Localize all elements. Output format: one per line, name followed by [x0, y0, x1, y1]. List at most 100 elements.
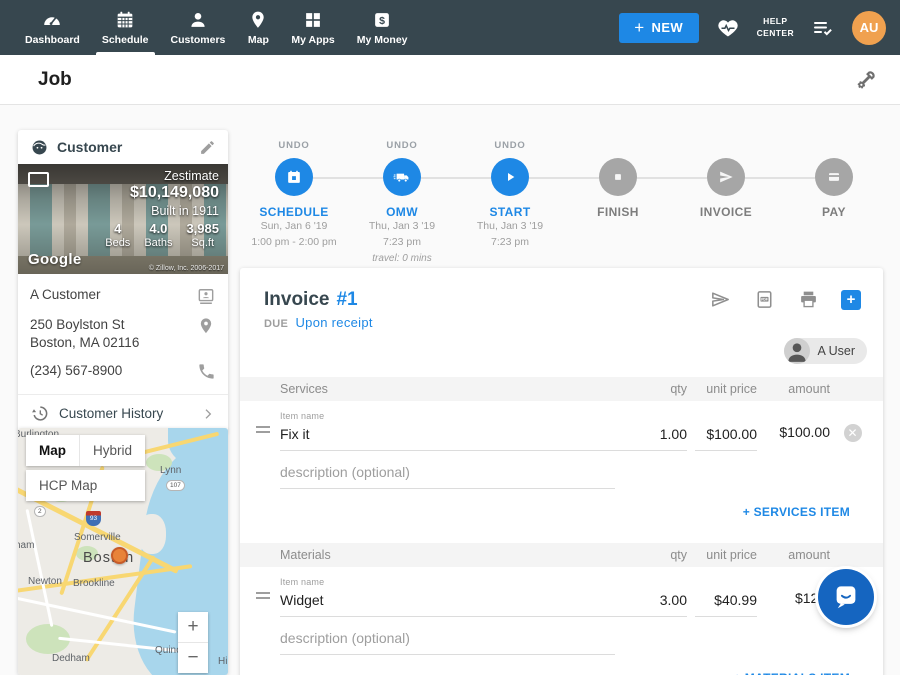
undo-link[interactable]: UNDO — [348, 140, 456, 152]
zestimate-label: Zestimate — [105, 169, 219, 183]
map-zoom-control: + − — [178, 612, 208, 673]
customer-history-label: Customer History — [59, 406, 163, 421]
address-line1: 250 Boylston St — [30, 316, 139, 334]
invoice-title-row: Invoice #1 PDF + — [264, 288, 867, 311]
material-unit-price-input[interactable] — [695, 587, 757, 617]
materials-title: Materials — [280, 548, 617, 562]
remove-item-icon[interactable]: ✕ — [844, 424, 862, 442]
map-layer-control: Map Hybrid HCP Map — [26, 435, 145, 501]
nav-tab-dashboard[interactable]: Dashboard — [14, 0, 91, 55]
drag-handle-icon[interactable] — [256, 423, 280, 451]
send-icon[interactable] — [709, 288, 732, 311]
zestimate-block: Zestimate $10,149,080 Built in 1911 4 Be… — [105, 169, 219, 249]
location-pin-icon[interactable] — [196, 316, 216, 336]
nav-tab-my-money[interactable]: $ My Money — [346, 0, 419, 55]
service-description-input[interactable] — [280, 459, 615, 489]
pay-step-button[interactable] — [815, 158, 853, 196]
nav-tab-schedule[interactable]: Schedule — [91, 0, 160, 55]
print-icon[interactable] — [797, 288, 820, 311]
chat-bubble-button[interactable] — [818, 569, 874, 625]
add-materials-item-link[interactable]: + MATERIALS ITEM — [734, 671, 850, 675]
road — [26, 509, 54, 627]
grid-icon — [302, 9, 324, 31]
workflow-step-finish: FINISH — [564, 132, 672, 266]
property-facts: 4 Beds 4.0 Baths 3,985 Sq.ft — [105, 221, 219, 249]
customer-details: A Customer 250 Boylston St Boston, MA 02… — [18, 274, 228, 394]
service-unit-price-input[interactable] — [695, 421, 757, 451]
dollar-icon: $ — [371, 9, 393, 31]
step-time: 7:23 pm — [456, 235, 564, 251]
service-name-input[interactable] — [280, 421, 617, 451]
map-type-button[interactable]: Map — [26, 435, 79, 466]
hybrid-type-button[interactable]: Hybrid — [79, 435, 145, 466]
assignee-chip[interactable]: A User — [784, 338, 867, 364]
undo-spacer — [672, 140, 780, 152]
svg-text:$: $ — [379, 15, 385, 27]
address-line2: Boston, MA 02116 — [30, 334, 139, 352]
map-canvas[interactable]: Burlington Lynn Somerville ham Boston Ne… — [18, 428, 228, 675]
step-time: 7:23 pm — [348, 235, 456, 251]
fact-label: Baths — [144, 237, 172, 249]
nav-tab-customers[interactable]: Customers — [160, 0, 237, 55]
material-qty-input[interactable] — [617, 587, 687, 617]
customer-address: 250 Boylston St Boston, MA 02116 — [30, 316, 139, 352]
due-terms-link[interactable]: Upon receipt — [295, 315, 372, 330]
omw-step-button[interactable] — [383, 158, 421, 196]
schedule-step-button[interactable] — [275, 158, 313, 196]
map-label-dedham: Dedham — [52, 653, 90, 664]
job-settings-icon[interactable] — [854, 68, 878, 92]
new-button[interactable]: + NEW — [619, 13, 699, 43]
fact-value: 4.0 — [144, 221, 172, 236]
nav-tab-label: Customers — [171, 34, 226, 46]
invoice-step-button[interactable] — [707, 158, 745, 196]
edit-pencil-icon[interactable] — [199, 139, 216, 156]
add-services-item-link[interactable]: + SERVICES ITEM — [743, 505, 850, 519]
help-center-line2: CENTER — [757, 28, 794, 39]
zoom-out-button[interactable]: − — [178, 643, 208, 673]
undo-link[interactable]: UNDO — [456, 140, 564, 152]
google-logo: Google — [28, 251, 81, 268]
job-workflow: UNDO SCHEDULE Sun, Jan 6 '19 1:00 pm - 2… — [240, 132, 888, 266]
start-step-button[interactable] — [491, 158, 529, 196]
material-name-input[interactable] — [280, 587, 617, 617]
customer-name: A Customer — [30, 286, 101, 304]
material-description-input[interactable] — [280, 625, 615, 655]
zoom-in-button[interactable]: + — [178, 612, 208, 643]
user-avatar[interactable]: AU — [852, 11, 886, 45]
help-center-link[interactable]: HELP CENTER — [757, 16, 794, 38]
map-pin-icon — [247, 9, 269, 31]
drag-handle-icon[interactable] — [256, 589, 280, 617]
play-icon — [500, 167, 520, 187]
step-label: PAY — [780, 205, 888, 219]
step-label: INVOICE — [672, 205, 780, 219]
nav-tab-my-apps[interactable]: My Apps — [280, 0, 345, 55]
finish-step-button[interactable] — [599, 158, 637, 196]
step-date: Thu, Jan 3 '19 — [348, 219, 456, 235]
undo-link[interactable]: UNDO — [240, 140, 348, 152]
contact-card-icon[interactable] — [196, 286, 216, 306]
workflow-step-invoice: INVOICE — [672, 132, 780, 266]
due-row: DUE Upon receipt — [264, 315, 867, 330]
assignee-row: A User — [264, 338, 867, 364]
pdf-icon[interactable]: PDF — [753, 288, 776, 311]
zestimate-value: $10,149,080 — [105, 184, 219, 202]
customer-history-row[interactable]: Customer History — [18, 394, 228, 432]
new-button-label: NEW — [652, 20, 684, 35]
assignee-name: A User — [817, 344, 855, 358]
fact-beds: 4 Beds — [105, 221, 130, 249]
task-list-icon[interactable] — [811, 16, 835, 40]
add-material-row: + MATERIALS ITEM — [240, 655, 883, 675]
truck-icon — [392, 167, 412, 187]
customer-phone: (234) 567-8900 — [30, 362, 122, 380]
health-heart-icon[interactable] — [716, 16, 740, 40]
fact-value: 4 — [105, 221, 130, 236]
phone-icon[interactable] — [197, 362, 216, 381]
invoice-add-button[interactable]: + — [841, 290, 861, 310]
service-qty-input[interactable] — [617, 421, 687, 451]
hcp-map-button[interactable]: HCP Map — [26, 470, 145, 501]
nav-tab-map[interactable]: Map — [236, 0, 280, 55]
invoice-number[interactable]: #1 — [336, 289, 357, 311]
property-photo[interactable]: Zestimate $10,149,080 Built in 1911 4 Be… — [18, 164, 228, 274]
gauge-icon — [41, 9, 63, 31]
service-item-row: Item name $100.00 ✕ — [240, 401, 883, 451]
